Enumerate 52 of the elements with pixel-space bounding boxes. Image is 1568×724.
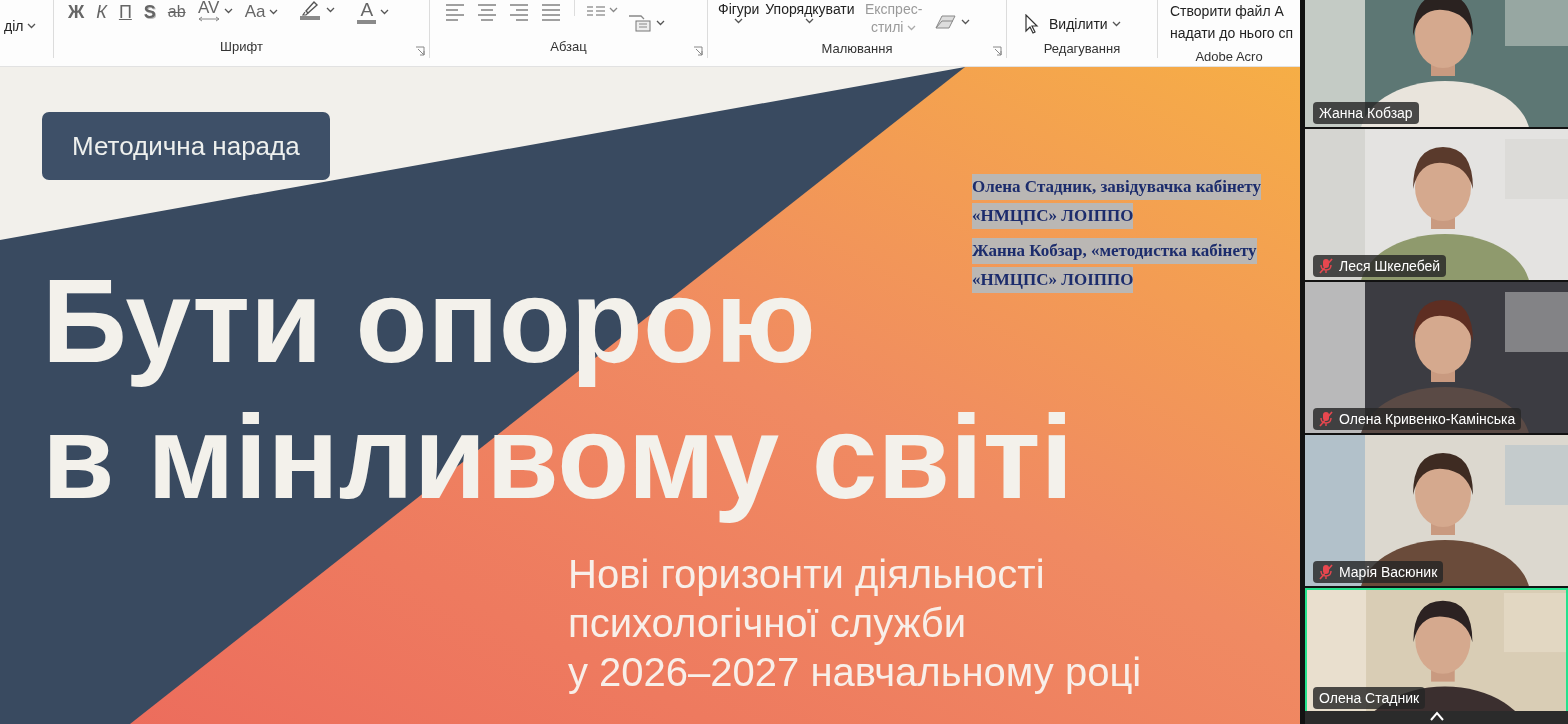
- italic-button[interactable]: К: [92, 0, 111, 24]
- slide-badge: Методична нарада: [42, 112, 330, 180]
- participant-name: Марія Васюник: [1339, 563, 1438, 582]
- dropdown-button[interactable]: Фігури: [716, 0, 762, 24]
- bold-button[interactable]: Ж: [64, 0, 89, 24]
- dialog-launcher-icon[interactable]: [415, 46, 425, 56]
- eraser-icon: [934, 14, 957, 30]
- caret-icon: [380, 9, 390, 15]
- participant-name: Леся Шкелебей: [1339, 257, 1441, 276]
- dialog-launcher-icon[interactable]: [693, 46, 703, 56]
- caret-icon: [609, 7, 618, 13]
- caret-icon: [907, 25, 917, 32]
- change-case-button[interactable]: Aa: [240, 0, 283, 24]
- section-dropdown[interactable]: діл: [0, 14, 41, 38]
- font-color-button[interactable]: A: [343, 0, 394, 24]
- align-center-icon: [478, 3, 496, 21]
- list-button[interactable]: [574, 0, 618, 16]
- character-spacing-button[interactable]: AV: [193, 0, 237, 22]
- group-label: Шрифт: [220, 39, 263, 54]
- group-label: Adobe Acro: [1195, 49, 1263, 64]
- caret-icon: [326, 7, 336, 13]
- chevron-icon[interactable]: [1428, 711, 1445, 721]
- slide-subtitle: Нові горизонти діяльності психологічної служби у 2026–2027 навчальному році: [568, 551, 1142, 696]
- caret-icon: [734, 18, 744, 24]
- strikethrough-button[interactable]: ab: [163, 0, 190, 24]
- highlighter-icon: [300, 0, 323, 20]
- caret-icon: [269, 9, 279, 15]
- dropdown-button[interactable]: Упорядкувати: [763, 0, 857, 24]
- underline-button[interactable]: П: [114, 0, 136, 24]
- align-right-icon: [510, 3, 528, 21]
- participant-name: Жанна Кобзар: [1319, 104, 1413, 123]
- caret-icon: [1111, 21, 1121, 27]
- create-file-button[interactable]: Створити файл А надати до нього сп: [1170, 0, 1293, 44]
- cursor-icon: [1025, 14, 1039, 34]
- text-box-icon: [628, 14, 652, 32]
- caret-icon: [656, 20, 665, 26]
- caret-icon: [805, 18, 815, 24]
- group-label: Малювання: [821, 41, 893, 56]
- group-label: Абзац: [550, 39, 587, 54]
- double-arrow-icon: [197, 16, 220, 22]
- justify-icon: [542, 3, 560, 21]
- caret-icon: [960, 19, 970, 25]
- group-label: Редагування: [1043, 41, 1121, 56]
- participant-name: Олена Кривенко-Камінська: [1339, 410, 1516, 429]
- shadow-button[interactable]: S: [139, 0, 160, 24]
- dialog-launcher-icon[interactable]: [992, 46, 1002, 56]
- align-left-icon: [446, 3, 464, 21]
- participant-name: Олена Стадник: [1319, 689, 1420, 708]
- select-button[interactable]: Виділити: [1021, 12, 1125, 36]
- caret-icon: [223, 8, 233, 14]
- caret-icon: [27, 23, 37, 29]
- list-icon: [587, 4, 605, 16]
